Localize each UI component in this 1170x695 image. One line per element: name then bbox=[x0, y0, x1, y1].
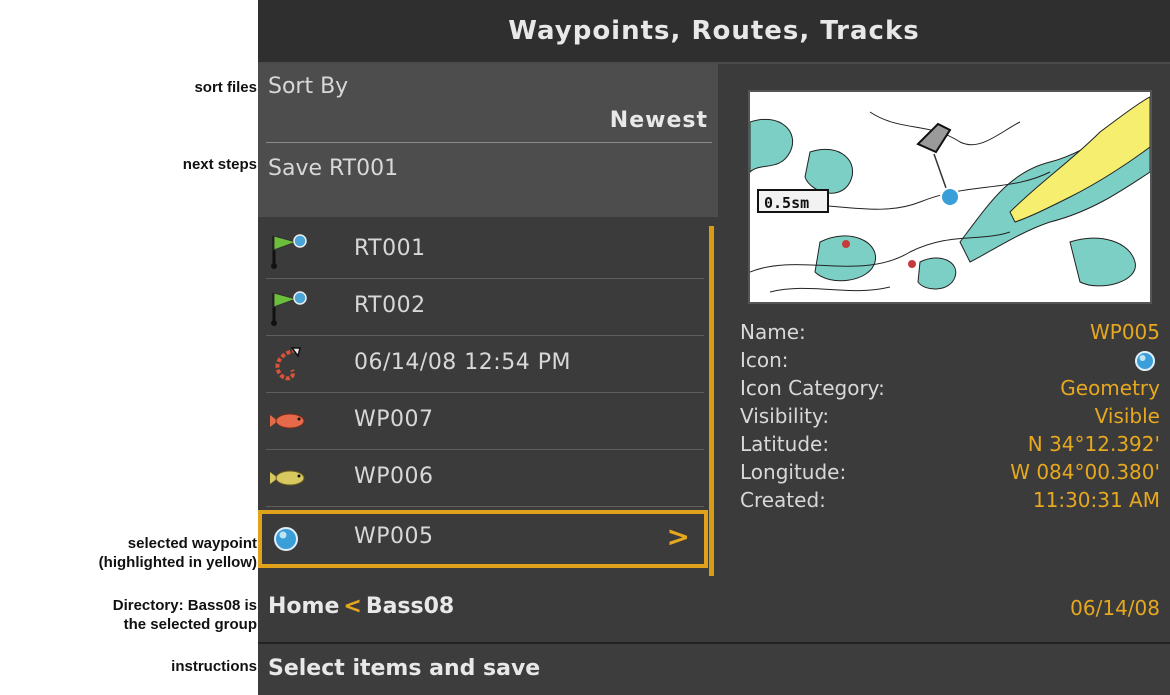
list-item[interactable]: WP007 bbox=[258, 393, 708, 450]
detail-row: Visibility: Visible bbox=[740, 404, 1160, 432]
sort-panel: Sort By Newest Save RT001 bbox=[258, 64, 718, 217]
callout-text: sort files bbox=[194, 79, 257, 96]
title-bar: Waypoints, Routes, Tracks bbox=[258, 0, 1170, 64]
callout-text: Directory: Bass08 is bbox=[112, 597, 257, 614]
detail-label: Longitude: bbox=[740, 460, 847, 484]
sort-by-value[interactable]: Newest bbox=[610, 108, 708, 133]
instructions-bar: Select items and save bbox=[258, 642, 1170, 695]
yellow-fish-icon bbox=[270, 470, 305, 486]
list-item-label: RT002 bbox=[354, 293, 426, 318]
detail-row: Longitude: W 084°00.380' bbox=[740, 460, 1160, 488]
map-scale-label: 0.5sm bbox=[764, 194, 810, 212]
detail-label: Latitude: bbox=[740, 432, 830, 456]
sort-by-label[interactable]: Sort By bbox=[268, 74, 348, 99]
list-item-label: WP005 bbox=[354, 524, 434, 549]
track-icon bbox=[275, 347, 301, 381]
map-preview: 0.5sm bbox=[748, 90, 1152, 304]
detail-row: Latitude: N 34°12.392' bbox=[740, 432, 1160, 460]
detail-value: N 34°12.392' bbox=[1027, 432, 1160, 456]
scrollbar[interactable] bbox=[709, 226, 714, 576]
detail-value: W 084°00.380' bbox=[1010, 460, 1160, 484]
detail-row: Created: 11:30:31 AM bbox=[740, 488, 1160, 516]
list-item-selected[interactable]: WP005 > bbox=[258, 510, 708, 568]
detail-value: WP005 bbox=[1089, 320, 1160, 344]
blue-ball-icon bbox=[1135, 351, 1155, 371]
red-fish-icon bbox=[270, 413, 305, 429]
callout-text: selected waypoint bbox=[127, 535, 257, 552]
waypoint-details: Name: WP005 Icon: Icon Category: Geometr… bbox=[740, 320, 1160, 516]
blue-ball-icon bbox=[274, 527, 298, 551]
detail-row: Icon: bbox=[740, 348, 1160, 376]
callout-next-steps: next steps bbox=[182, 155, 309, 174]
callout-sort-files: sort files bbox=[194, 78, 309, 97]
detail-label: Icon: bbox=[740, 348, 789, 372]
detail-label: Name: bbox=[740, 320, 806, 344]
list-item-label: 06/14/08 12:54 PM bbox=[354, 350, 571, 375]
callout-directory: Directory: Bass08 is the selected group bbox=[112, 596, 309, 634]
instructions-text: Select items and save bbox=[268, 656, 541, 681]
detail-row: Name: WP005 bbox=[740, 320, 1160, 348]
callout-text: (highlighted in yellow) bbox=[98, 554, 257, 571]
list-item[interactable]: WP006 bbox=[258, 450, 708, 507]
divider bbox=[266, 142, 712, 143]
page-title: Waypoints, Routes, Tracks bbox=[508, 16, 920, 46]
detail-row: Icon Category: Geometry bbox=[740, 376, 1160, 404]
chart-map bbox=[749, 92, 1151, 302]
breadcrumb-home[interactable]: Home bbox=[268, 594, 339, 619]
list-item-label: WP007 bbox=[354, 407, 434, 432]
divider bbox=[266, 506, 704, 507]
route-flag-icon bbox=[271, 234, 307, 269]
save-route-button[interactable]: Save RT001 bbox=[268, 156, 398, 181]
device-screen: Waypoints, Routes, Tracks Sort By Newest… bbox=[258, 0, 1170, 695]
list-item-label: WP006 bbox=[354, 464, 434, 489]
route-flag-icon bbox=[271, 291, 307, 326]
callout-text: the selected group bbox=[123, 616, 257, 633]
detail-label: Visibility: bbox=[740, 404, 830, 428]
chevron-right-icon[interactable]: > bbox=[667, 520, 690, 553]
list-item-label: RT001 bbox=[354, 236, 426, 261]
detail-label: Icon Category: bbox=[740, 376, 885, 400]
created-date-value: 06/14/08 bbox=[1070, 596, 1160, 620]
list-item[interactable]: RT002 bbox=[258, 279, 708, 336]
breadcrumb: Home < Bass08 bbox=[268, 594, 454, 619]
breadcrumb-group[interactable]: Bass08 bbox=[366, 594, 454, 619]
callout-text: next steps bbox=[182, 156, 257, 173]
callout-instructions: instructions bbox=[171, 657, 309, 676]
list-item[interactable]: 06/14/08 12:54 PM bbox=[258, 336, 708, 393]
callout-selected-waypoint: selected waypoint (highlighted in yellow… bbox=[98, 534, 309, 572]
detail-value: Visible bbox=[1094, 404, 1160, 428]
list-item[interactable]: RT001 bbox=[258, 222, 708, 279]
detail-label: Created: bbox=[740, 488, 826, 512]
detail-value: 11:30:31 AM bbox=[1032, 488, 1160, 512]
detail-value: Geometry bbox=[1060, 376, 1160, 400]
chevron-left-icon: < bbox=[343, 594, 362, 619]
callout-text: instructions bbox=[171, 658, 257, 675]
